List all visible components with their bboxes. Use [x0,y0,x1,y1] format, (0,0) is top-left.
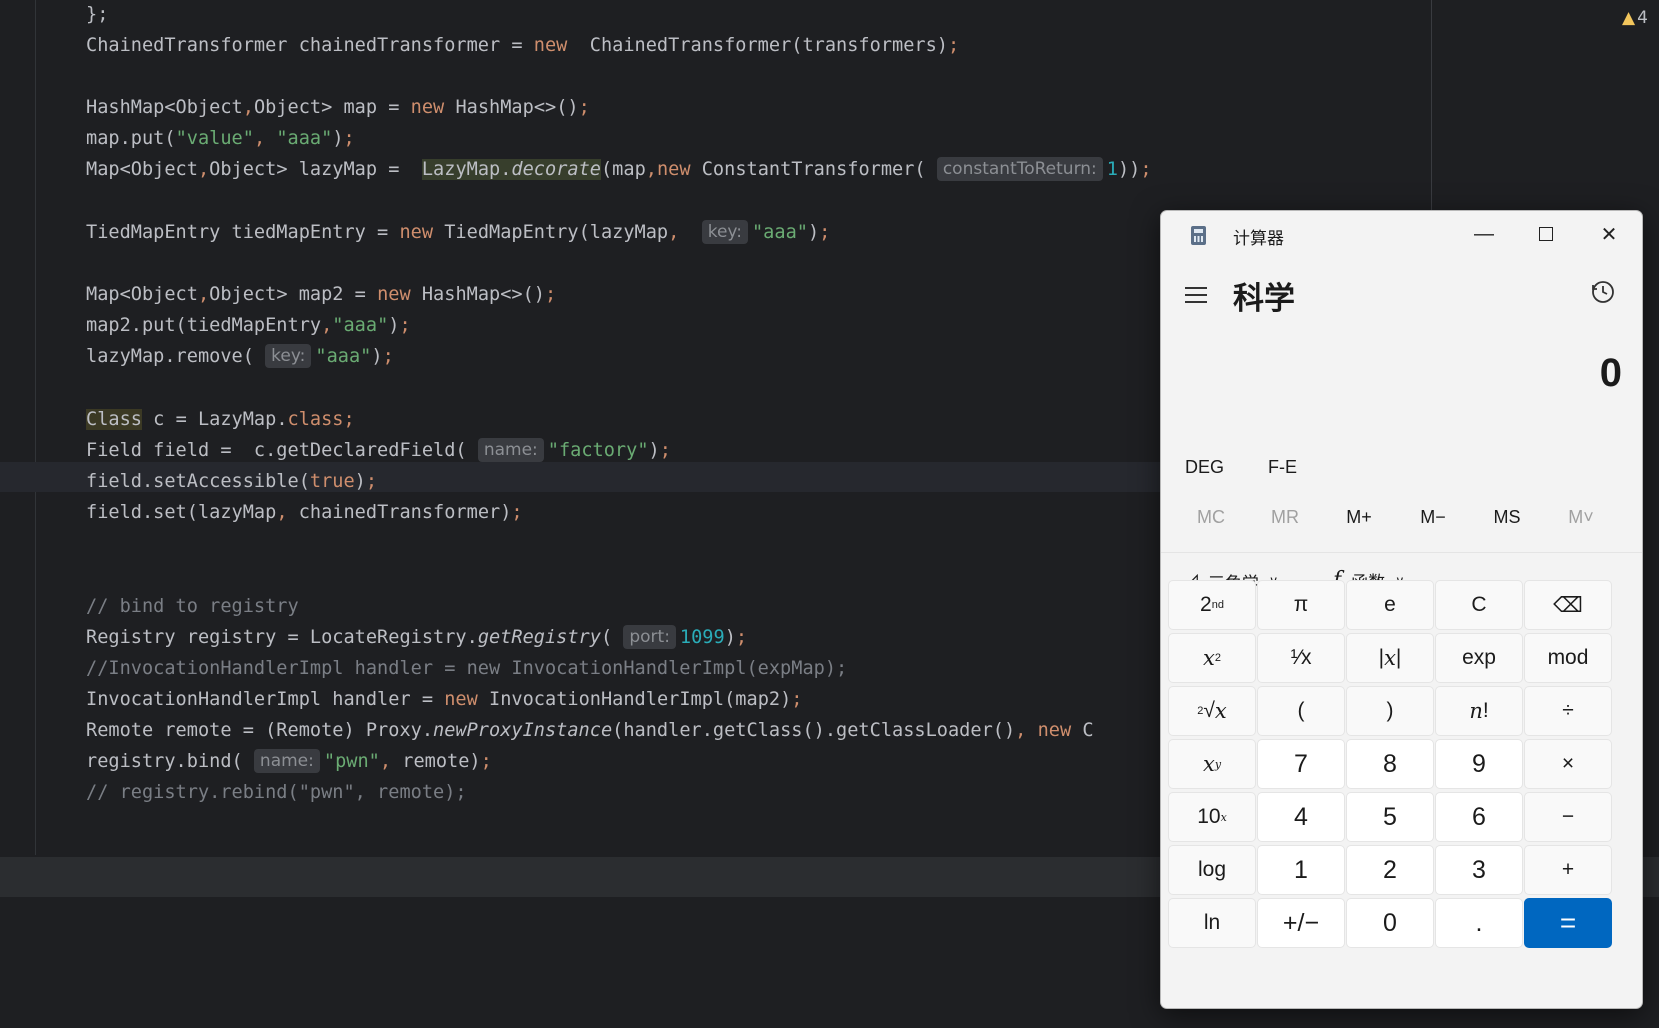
memory-button-ms[interactable]: MS [1477,507,1537,528]
key-r1c1[interactable]: ¹⁄x [1257,633,1345,683]
memory-button-m+[interactable]: M+ [1329,507,1389,528]
key-r4c2[interactable]: 5 [1346,792,1434,842]
window-title: 计算器 [1233,229,1284,248]
code-line[interactable]: //InvocationHandlerImpl handler = new In… [86,654,847,684]
key-r3c1[interactable]: 7 [1257,739,1345,789]
code-line[interactable]: ChainedTransformer chainedTransformer = … [86,31,959,61]
code-line[interactable]: Field field = c.getDeclaredField( name: "… [86,436,671,466]
key-r2c3[interactable]: n! [1435,686,1523,736]
memory-button-mr[interactable]: MR [1255,507,1315,528]
code-line[interactable]: Map<Object,Object> lazyMap = LazyMap.dec… [86,155,1152,185]
code-line[interactable]: registry.bind( name: "pwn", remote); [86,747,492,777]
warning-indicator[interactable]: ▲ 4 [1622,8,1648,28]
key-r1c3[interactable]: exp [1435,633,1523,683]
key-r2c0[interactable]: 2 √ x [1168,686,1256,736]
key-r0c3[interactable]: C [1435,580,1523,630]
divider [1161,552,1642,553]
key-r5c4[interactable]: + [1524,845,1612,895]
code-line[interactable]: Map<Object,Object> map2 = new HashMap<>(… [86,280,556,310]
result-display: 0 [1599,351,1622,395]
maximize-button[interactable] [1516,215,1576,253]
history-icon[interactable] [1590,279,1616,305]
key-r4c3[interactable]: 6 [1435,792,1523,842]
warning-count: 4 [1637,8,1648,28]
code-line[interactable]: Class c = LazyMap.class; [86,405,355,435]
code-line[interactable]: map.put("value", "aaa"); [86,124,355,154]
key-r0c0[interactable]: 2nd [1168,580,1256,630]
key-r1c0[interactable]: x2 [1168,633,1256,683]
code-line[interactable]: TiedMapEntry tiedMapEntry = new TiedMapE… [86,218,830,248]
code-line[interactable]: Remote remote = (Remote) Proxy.newProxyI… [86,716,1094,746]
key-r4c4[interactable]: − [1524,792,1612,842]
close-button[interactable]: ✕ [1579,215,1639,253]
key-r6c3[interactable]: . [1435,898,1523,948]
key-r1c4[interactable]: mod [1524,633,1612,683]
code-line[interactable]: map2.put(tiedMapEntry,"aaa"); [86,311,411,341]
key-r0c1[interactable]: π [1257,580,1345,630]
key-r2c2[interactable]: ) [1346,686,1434,736]
warning-icon: ▲ [1622,8,1636,28]
key-r5c2[interactable]: 2 [1346,845,1434,895]
key-r5c3[interactable]: 3 [1435,845,1523,895]
key-r6c1[interactable]: +/− [1257,898,1345,948]
code-line[interactable]: Registry registry = LocateRegistry.getRe… [86,623,747,653]
calculator-mode-title: 科学 [1233,281,1295,316]
calculator-window: 计算器 — ✕ 科学 0 DEG F-E MCMRM+M−MSM˅ ◿ 三角学 … [1160,210,1643,1009]
key-r3c2[interactable]: 8 [1346,739,1434,789]
fe-button[interactable]: F-E [1268,457,1297,478]
code-line[interactable]: // registry.rebind("pwn", remote); [86,778,467,808]
key-r1c2[interactable]: | x | [1346,633,1434,683]
memory-button-m[interactable]: M− [1403,507,1463,528]
key-r2c4[interactable]: ÷ [1524,686,1612,736]
key-equals[interactable]: = [1524,898,1612,948]
right-margin-guide [1431,0,1432,210]
angle-mode-button[interactable]: DEG [1185,457,1224,478]
key-r5c1[interactable]: 1 [1257,845,1345,895]
key-r4c0[interactable]: 10 x [1168,792,1256,842]
code-line[interactable]: field.setAccessible(true); [86,467,377,497]
key-r6c0[interactable]: ln [1168,898,1256,948]
key-r3c4[interactable]: × [1524,739,1612,789]
code-line[interactable]: HashMap<Object,Object> map = new HashMap… [86,93,590,123]
memory-button-m[interactable]: M˅ [1551,507,1611,528]
calculator-app-icon [1191,226,1206,245]
key-r6c2[interactable]: 0 [1346,898,1434,948]
key-backspace[interactable]: ⌫ [1524,580,1612,630]
minimize-button[interactable]: — [1454,215,1514,253]
key-r2c1[interactable]: ( [1257,686,1345,736]
memory-button-mc[interactable]: MC [1181,507,1241,528]
key-r3c0[interactable]: xy [1168,739,1256,789]
indent-guide [35,0,36,855]
code-line[interactable]: }; [86,0,108,30]
key-r3c3[interactable]: 9 [1435,739,1523,789]
key-r4c1[interactable]: 4 [1257,792,1345,842]
code-line[interactable]: InvocationHandlerImpl handler = new Invo… [86,685,802,715]
navigation-menu-button[interactable] [1185,284,1211,304]
code-line[interactable]: field.set(lazyMap, chainedTransformer); [86,498,523,528]
title-bar[interactable]: 计算器 — ✕ [1161,211,1642,257]
code-line[interactable]: // bind to registry [86,592,299,622]
key-r5c0[interactable]: log [1168,845,1256,895]
code-line[interactable]: lazyMap.remove( key: "aaa"); [86,342,394,372]
key-r0c2[interactable]: e [1346,580,1434,630]
